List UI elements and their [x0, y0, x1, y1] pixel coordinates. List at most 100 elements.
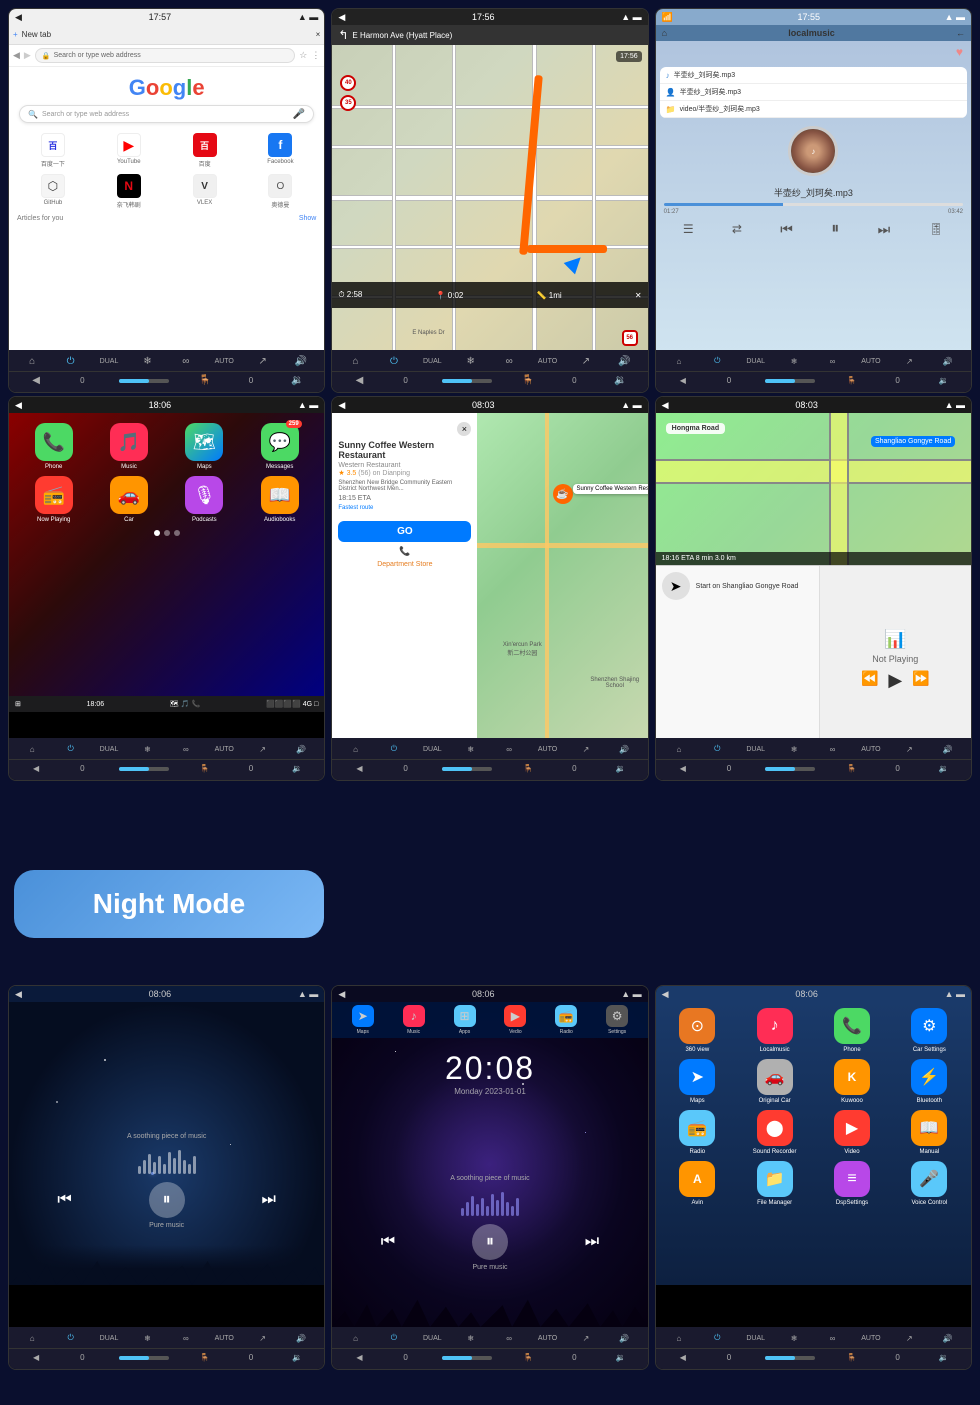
shortcut-netflix[interactable]: N 奈飞韩剧 — [93, 174, 165, 209]
app-originalcar[interactable]: 🚗 Original Car — [739, 1059, 810, 1104]
cpsplit-link[interactable]: ∞ — [822, 745, 842, 754]
music-dual[interactable]: DUAL — [746, 358, 766, 365]
night2-dual[interactable]: DUAL — [422, 1335, 442, 1342]
music-vol-down[interactable]: 🔉 — [934, 376, 954, 385]
night1-home[interactable]: ⌂ — [22, 1334, 42, 1343]
night1-next-btn[interactable]: ⏭ — [261, 1191, 275, 1209]
night2-slider[interactable] — [442, 1356, 492, 1360]
night1-snow[interactable]: ❄ — [137, 1334, 157, 1343]
night1-vol-down[interactable]: 🔉 — [287, 1353, 307, 1362]
music-home[interactable]: ⌂ — [669, 357, 689, 366]
music-eq-icon[interactable]: 🎚 — [929, 222, 944, 236]
nav-vol[interactable]: 🔊 — [614, 356, 634, 367]
music-snow[interactable]: ❄ — [784, 357, 804, 366]
music-heart-icon[interactable]: ♥ — [656, 41, 971, 63]
back-tb-button[interactable]: ◀ — [26, 375, 46, 386]
night2-next-btn[interactable]: ⏭ — [585, 1233, 599, 1251]
app-360view[interactable]: ⊙ 360 view — [662, 1008, 733, 1053]
music-item-2[interactable]: 👤 半壶纱_刘珂矣.mp3 — [660, 84, 967, 101]
appgrid-power[interactable]: ⏻ — [707, 1333, 727, 1343]
appgrid-home[interactable]: ⌂ — [669, 1334, 689, 1343]
appgrid-curve[interactable]: ↗ — [899, 1334, 919, 1343]
app-bluetooth[interactable]: ⚡ Bluetooth — [894, 1059, 965, 1104]
appgrid-back-icon[interactable]: ◀ — [662, 989, 669, 1000]
go-button[interactable]: GO — [338, 521, 471, 542]
night2-auto[interactable]: AUTO — [538, 1335, 558, 1342]
next-button[interactable]: ⏩ — [912, 670, 929, 691]
cp-vol[interactable]: 🔊 — [291, 745, 311, 754]
vol-button[interactable]: 🔊 — [291, 356, 311, 367]
cpsplit-power[interactable]: ⏻ — [707, 744, 727, 754]
night2-seat[interactable]: 🪑 — [518, 1353, 538, 1362]
nav-home[interactable]: ⌂ — [346, 356, 366, 367]
cp-curve[interactable]: ↗ — [253, 745, 273, 754]
url-bar[interactable]: 🔒 Search or type web address — [35, 48, 295, 63]
night2-curve[interactable]: ↗ — [576, 1334, 596, 1343]
music-item-3[interactable]: 📁 video/半壶纱_刘珂矣.mp3 — [660, 101, 967, 118]
cpsplit-curve[interactable]: ↗ — [899, 745, 919, 754]
night1-play-btn[interactable]: ⏸ — [149, 1182, 185, 1218]
night2-apps-app[interactable]: ⊞ Apps — [454, 1005, 476, 1035]
appgrid-vol[interactable]: 🔊 — [938, 1334, 958, 1343]
nav-back-icon[interactable]: ◀ — [13, 50, 20, 61]
cp-maps-icon[interactable]: 🗺 Maps — [170, 423, 239, 470]
shortcut-github[interactable]: ⬡ GitHub — [17, 174, 89, 209]
night2-vol-down[interactable]: 🔉 — [611, 1353, 631, 1362]
tab-close-icon[interactable]: × — [316, 30, 321, 39]
app-manual[interactable]: 📖 Manual — [894, 1110, 965, 1155]
music-prev-icon[interactable]: ⏮ — [780, 221, 793, 238]
appgrid-back[interactable]: ◀ — [673, 1353, 693, 1362]
dual-button[interactable]: DUAL — [99, 358, 119, 365]
cpnav-home[interactable]: ⌂ — [346, 745, 366, 754]
cpnav-link[interactable]: ∞ — [499, 745, 519, 754]
cpnav-vol-down[interactable]: 🔉 — [611, 764, 631, 773]
cp-podcasts-icon[interactable]: 🎙 Podcasts — [170, 476, 239, 523]
cp-audiobooks-icon[interactable]: 📖 Audiobooks — [245, 476, 314, 523]
power-button[interactable]: ⏻ — [61, 356, 81, 367]
cpnav-back[interactable]: ◀ — [349, 764, 369, 773]
night2-link[interactable]: ∞ — [499, 1334, 519, 1343]
music-link[interactable]: ∞ — [822, 357, 842, 366]
app-carsettings[interactable]: ⚙ Car Settings — [894, 1008, 965, 1053]
cp-music-icon[interactable]: 🎵 Music — [94, 423, 163, 470]
cpnav-curve[interactable]: ↗ — [576, 745, 596, 754]
app-kuwooo[interactable]: K Kuwooo — [816, 1059, 887, 1104]
night2-home[interactable]: ⌂ — [346, 1334, 366, 1343]
cp-dual[interactable]: DUAL — [99, 746, 119, 753]
night2-back-icon[interactable]: ◀ — [338, 989, 345, 1000]
play-button[interactable]: ▶ — [888, 670, 902, 691]
back-arrow-icon[interactable]: ◀ — [15, 12, 22, 23]
nav-curve[interactable]: ↗ — [576, 356, 596, 367]
appgrid-link[interactable]: ∞ — [822, 1334, 842, 1343]
music-pause-icon[interactable]: ⏸ — [831, 220, 839, 238]
appgrid-snow[interactable]: ❄ — [784, 1334, 804, 1343]
appgrid-dual[interactable]: DUAL — [746, 1335, 766, 1342]
nav-link[interactable]: ∞ — [499, 356, 519, 367]
cpsplit-vol-down[interactable]: 🔉 — [934, 764, 954, 773]
nav-snow[interactable]: ❄ — [461, 356, 481, 367]
menu-icon[interactable]: ⋮ — [311, 50, 320, 61]
shortcut-vlex[interactable]: V VLEX — [169, 174, 241, 209]
cpnav-snow[interactable]: ❄ — [461, 745, 481, 754]
night2-vol[interactable]: 🔊 — [614, 1334, 634, 1343]
night1-curve[interactable]: ↗ — [253, 1334, 273, 1343]
night2-power[interactable]: ⏻ — [384, 1333, 404, 1343]
app-maps[interactable]: ➤ Maps — [662, 1059, 733, 1104]
cp-home[interactable]: ⌂ — [22, 745, 42, 754]
bookmark-icon[interactable]: ☆ — [299, 50, 307, 61]
cp-link[interactable]: ∞ — [176, 745, 196, 754]
cpnav-map[interactable]: ☕ Sunny Coffee Western Restaurant Xin'er… — [477, 413, 647, 738]
app-phone[interactable]: 📞 Phone — [816, 1008, 887, 1053]
appgrid-slider[interactable] — [765, 1356, 815, 1360]
night2-maps-app[interactable]: ➤ Maps — [352, 1005, 374, 1035]
nav-seat[interactable]: 🪑 — [518, 375, 538, 386]
cp-phone-icon[interactable]: 📞 Phone — [19, 423, 88, 470]
night1-back[interactable]: ◀ — [26, 1353, 46, 1362]
cpnav-slider[interactable] — [442, 767, 492, 771]
curve-button[interactable]: ↗ — [253, 356, 273, 367]
music-back-tb[interactable]: ◀ — [673, 376, 693, 385]
cpnav-auto[interactable]: AUTO — [538, 746, 558, 753]
music-list-icon[interactable]: ☰ — [683, 222, 694, 236]
night2-snow[interactable]: ❄ — [461, 1334, 481, 1343]
music-vol[interactable]: 🔊 — [938, 357, 958, 366]
